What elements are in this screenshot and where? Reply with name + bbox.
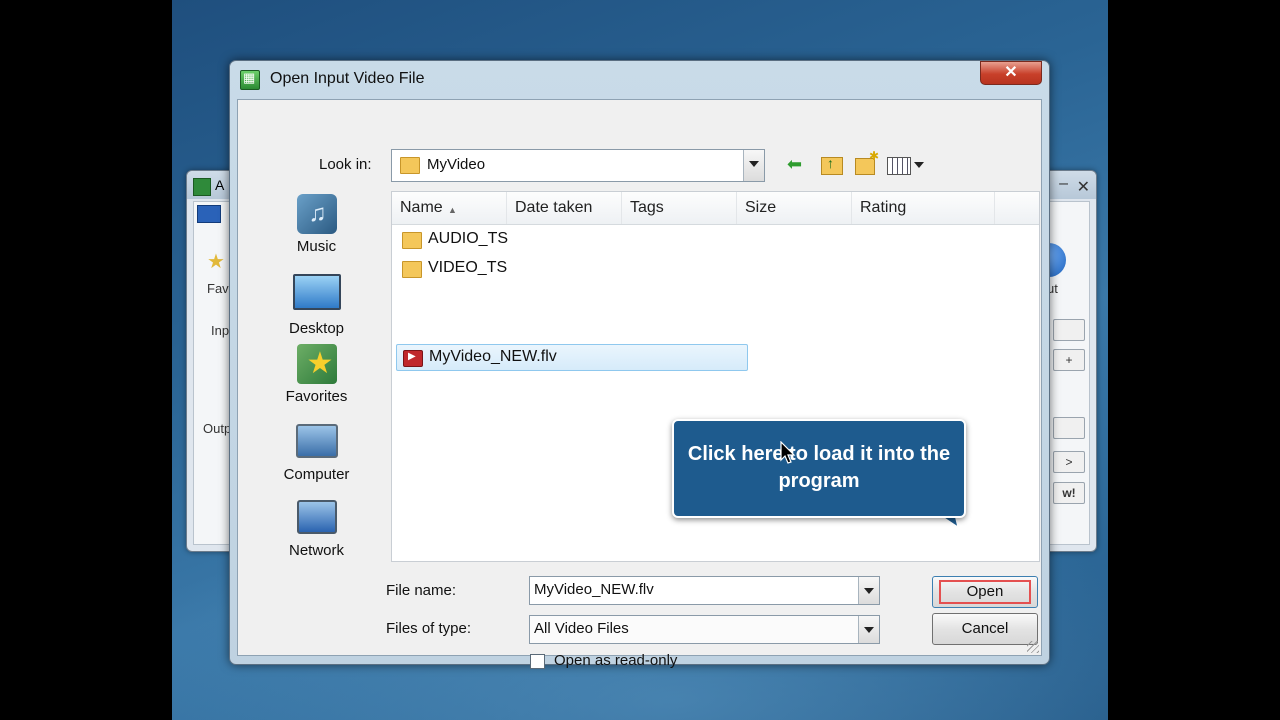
place-label: Desktop: [288, 320, 345, 337]
cancel-button[interactable]: Cancel: [932, 613, 1038, 645]
column-header-name[interactable]: Name ▲: [392, 192, 507, 224]
callout-text: Click here to load it into the program: [687, 443, 951, 492]
views-chevron-down-icon[interactable]: [914, 162, 924, 168]
folder-icon: [402, 261, 422, 278]
column-header-date-taken[interactable]: Date taken: [507, 192, 622, 224]
chevron-down-icon[interactable]: [743, 150, 764, 181]
files-of-type-select[interactable]: All Video Files: [529, 615, 880, 644]
read-only-checkbox[interactable]: [530, 654, 545, 669]
views-menu-icon[interactable]: [887, 157, 911, 175]
music-icon: [296, 194, 337, 234]
place-label: Music: [296, 238, 337, 255]
place-label: Network: [288, 542, 344, 559]
look-in-dropdown[interactable]: MyVideo: [391, 149, 765, 182]
file-name-value: MyVideo_NEW.flv: [534, 581, 654, 598]
background-field-2[interactable]: [1053, 417, 1085, 439]
files-of-type-value: All Video Files: [534, 620, 629, 637]
file-name: MyVideo_NEW.flv: [429, 348, 557, 365]
close-icon[interactable]: ✕: [1077, 177, 1090, 197]
column-header-size[interactable]: Size: [737, 192, 852, 224]
place-favorites[interactable]: Favorites: [245, 344, 388, 405]
tutorial-callout: Click here to load it into the program: [672, 419, 966, 518]
sort-ascending-icon: ▲: [448, 205, 457, 215]
folder-icon: [402, 232, 422, 249]
column-headers: Name ▲ Date taken Tags Size Rating: [392, 192, 1039, 225]
network-icon: [296, 500, 337, 534]
minimize-icon[interactable]: –: [1059, 175, 1068, 193]
dialog-client-area: Look in: MyVideo ⬅ Music Desktop Favorit…: [237, 99, 1042, 669]
flv-video-file-icon: [403, 350, 423, 367]
place-network[interactable]: Network: [245, 500, 388, 559]
read-only-label: Open as read-only: [554, 652, 678, 669]
places-bar: Music Desktop Favorites Computer Network: [245, 190, 388, 630]
favorites-star-icon[interactable]: ★: [207, 249, 225, 274]
look-in-value: MyVideo: [427, 156, 486, 173]
open-button-label: Open: [966, 583, 1004, 600]
chevron-down-icon[interactable]: [858, 616, 879, 643]
back-arrow-icon[interactable]: ⬅: [787, 154, 802, 175]
desktop-icon: [292, 274, 341, 310]
open-button[interactable]: Open: [932, 576, 1038, 608]
favorites-icon: [296, 344, 337, 384]
resize-grip-icon[interactable]: [1027, 641, 1039, 653]
background-next-button[interactable]: >: [1053, 451, 1085, 473]
up-one-level-icon[interactable]: [821, 155, 843, 175]
background-label-fav: Fav: [207, 281, 229, 296]
place-label: Computer: [283, 466, 350, 483]
computer-icon: [295, 424, 338, 458]
place-computer[interactable]: Computer: [245, 424, 388, 483]
list-item[interactable]: AUDIO_TS: [396, 227, 746, 253]
dialog-title: Open Input Video File: [270, 70, 425, 87]
dialog-app-icon: [240, 70, 260, 90]
chevron-down-icon[interactable]: [858, 577, 879, 604]
menu-tab-icon[interactable]: [197, 205, 221, 223]
look-in-label: Look in:: [319, 156, 372, 173]
new-folder-icon[interactable]: [855, 149, 879, 175]
place-label: Favorites: [285, 388, 348, 405]
dialog-close-button[interactable]: ✕: [980, 61, 1042, 85]
background-app-title: A: [215, 177, 225, 193]
file-name-input[interactable]: MyVideo_NEW.flv: [529, 576, 880, 605]
background-add-button[interactable]: +: [1053, 349, 1085, 371]
column-header-tags[interactable]: Tags: [622, 192, 737, 224]
place-music[interactable]: Music: [245, 194, 388, 255]
file-name: VIDEO_TS: [428, 259, 508, 276]
background-label-input: Inp: [211, 323, 230, 338]
column-header-label: Name: [400, 199, 443, 216]
place-desktop[interactable]: Desktop: [245, 274, 388, 337]
folder-icon: [400, 157, 420, 174]
files-of-type-label: Files of type:: [386, 620, 472, 637]
background-label-output: Outp: [203, 421, 232, 436]
list-item-selected[interactable]: MyVideo_NEW.flv: [396, 344, 748, 371]
background-go-button[interactable]: w!: [1053, 482, 1085, 504]
column-header-rating[interactable]: Rating: [852, 192, 995, 224]
background-field[interactable]: [1053, 319, 1085, 341]
open-file-dialog: Open Input Video File ✕ Look in: MyVideo…: [229, 60, 1050, 669]
file-name-label: File name:: [386, 582, 457, 599]
app-icon: [193, 178, 211, 196]
file-name: AUDIO_TS: [428, 230, 509, 247]
list-item[interactable]: VIDEO_TS: [396, 256, 746, 282]
